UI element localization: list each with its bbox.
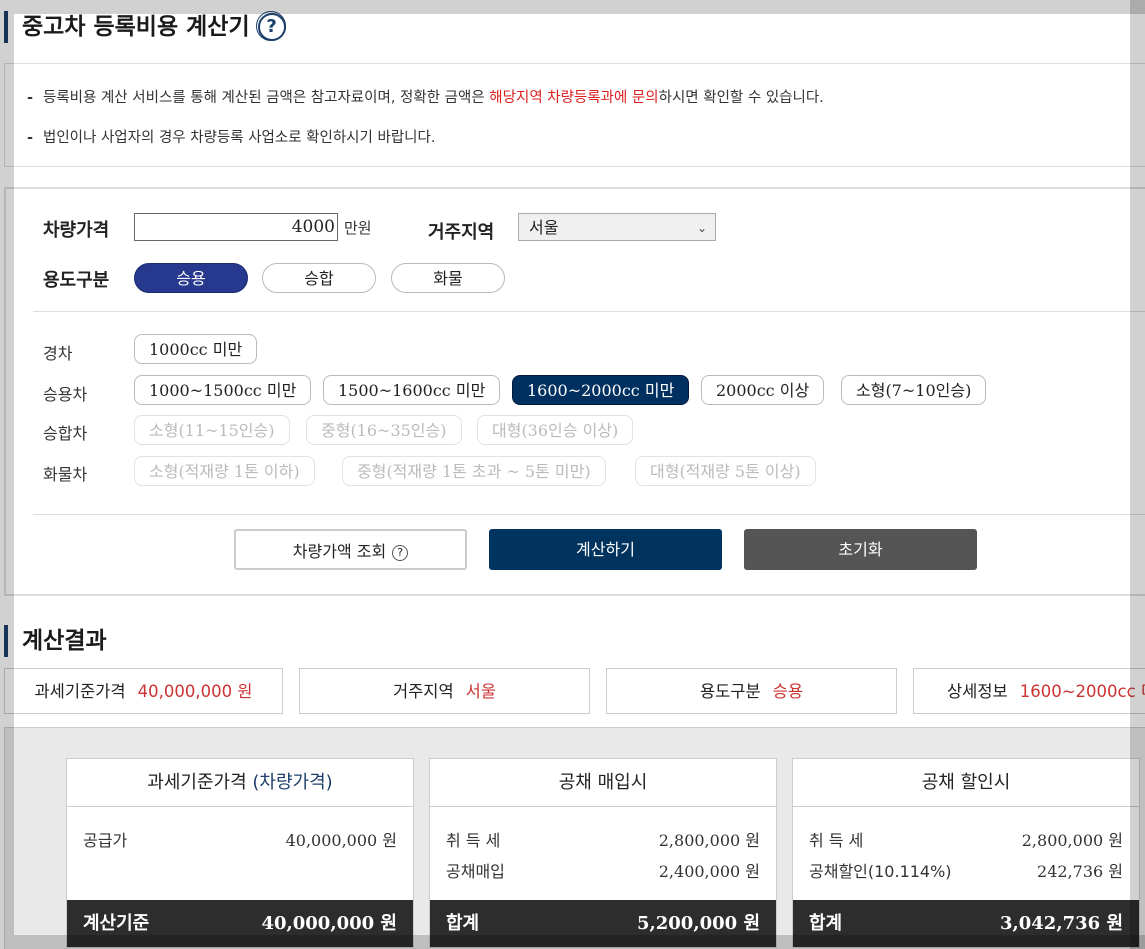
notice-highlight: 해당지역 차량등록과에 문의 [489,90,659,106]
card-title: 공채 할인시 [793,759,1139,807]
option-truck-medium[interactable]: 중형(적재량 1톤 초과 ~ 5톤 미만) [342,456,606,486]
usage-label: 용도구분 [43,270,110,291]
row-label-van: 승합차 [43,424,88,443]
option-van-medium[interactable]: 중형(16~35인승) [306,415,462,445]
summary-key: 거주지역 [392,682,454,701]
row-label-truck: 화물차 [43,465,88,484]
card-tax-base: 과세기준가격 (차량가격) 공급가 40,000,000 원 계산기준 40,0… [66,758,414,948]
option-passenger-1600-2000[interactable]: 1600~2000cc 미만 [512,375,690,405]
chevron-down-icon: ⌄ [696,221,707,235]
option-passenger-2000-plus[interactable]: 2000cc 이상 [701,375,825,405]
card-bond-discount: 공채 할인시 취 득 세 2,800,000 원 공채할인(10.114%) 2… [792,758,1140,948]
notice-line-2: - 법인이나 사업자의 경우 차량등록 사업소로 확인하시기 바랍니다. [27,126,435,147]
row-amount: 2,400,000 원 [658,862,760,881]
summary-tax-base: 과세기준가격 40,000,000 원 [4,668,283,714]
price-unit: 만원 [344,219,372,237]
summary-region: 거주지역 서울 [299,668,590,714]
summary-key: 상세정보 [947,682,1008,701]
card-bond-purchase: 공채 매입시 취 득 세 2,800,000 원 공채매입 2,400,000 … [429,758,777,948]
frame-shade [0,14,14,935]
notice-text: 법인이나 사업자의 경우 차량등록 사업소로 확인하시기 바랍니다. [43,130,436,146]
card-title-text: 공채 할인시 [921,772,1011,793]
option-van-small[interactable]: 소형(11~15인승) [134,415,290,445]
frame-shade [1130,0,1145,949]
price-label: 차량가격 [43,220,110,241]
frame-shade [0,0,1145,14]
card-title-text: 과세기준가격 [147,772,253,793]
bullet-dash: - [27,130,34,146]
usage-option-van[interactable]: 승합 [262,263,376,293]
usage-option-passenger[interactable]: 승용 [134,263,248,293]
frame-shade [0,935,1145,949]
option-truck-small[interactable]: 소형(적재량 1톤 이하) [134,456,315,486]
card-row: 공급가 40,000,000 원 [83,827,397,851]
option-passenger-1500-1600[interactable]: 1500~1600cc 미만 [323,375,501,405]
summary-usage: 용도구분 승용 [606,668,897,714]
summary-value: 1600~2000cc 미 [1019,682,1145,701]
option-van-large[interactable]: 대형(36인승 이상) [477,415,634,445]
card-title-text: 공채 매입시 [558,772,648,793]
row-label: 취 득 세 [809,831,864,850]
notice-line-1: - 등록비용 계산 서비스를 통해 계산된 금액은 참고자료이며, 정확한 금액은… [27,86,824,107]
row-label-light: 경차 [43,344,73,363]
usage-option-truck[interactable]: 화물 [391,263,505,293]
row-label: 공채할인(10.114%) [809,862,952,881]
summary-key: 과세기준가격 [34,682,126,701]
bullet-dash: - [27,90,34,106]
card-row: 취 득 세 2,800,000 원 [809,827,1123,851]
divider [33,514,1145,515]
row-amount: 2,800,000 원 [1021,831,1123,850]
calculate-button[interactable]: 계산하기 [489,529,722,570]
price-input[interactable]: 4000 [134,213,338,241]
page-title: 중고차 등록비용 계산기? [4,11,286,43]
card-title: 과세기준가격 (차량가격) [67,759,413,807]
region-select[interactable]: 서울 ⌄ [518,213,716,241]
option-truck-large[interactable]: 대형(적재량 5톤 이상) [635,456,816,486]
page-title-text: 중고차 등록비용 계산기 [22,14,250,40]
option-passenger-small-7-10[interactable]: 소형(7~10인승) [841,375,987,405]
card-row: 취 득 세 2,800,000 원 [446,827,760,851]
summary-value: 40,000,000 원 [137,682,253,701]
card-title-highlight: (차량가격) [252,772,333,793]
reset-button[interactable]: 초기화 [744,529,977,570]
card-row: 공채매입 2,400,000 원 [446,858,760,882]
region-selected-value: 서울 [529,218,559,237]
option-passenger-1000-1500[interactable]: 1000~1500cc 미만 [134,375,312,405]
notice-box: - 등록비용 계산 서비스를 통해 계산된 금액은 참고자료이며, 정확한 금액은… [4,63,1145,167]
vehicle-value-lookup-button[interactable]: 차량가액 조회? [234,529,467,570]
row-label: 공채매입 [446,862,505,881]
row-label: 공급가 [83,831,128,850]
notice-text: 하시면 확인할 수 있습니다. [658,90,824,106]
region-label: 거주지역 [428,222,495,243]
calculator-form: 차량가격 4000 만원 거주지역 서울 ⌄ 용도구분 승용 승합 화물 경차 … [4,187,1145,596]
divider [33,311,1145,312]
lookup-label: 차량가액 조회 [292,542,387,561]
help-icon: ? [392,545,409,561]
row-amount: 242,736 원 [1037,862,1123,881]
result-title: 계산결과 [4,625,107,657]
row-amount: 40,000,000 원 [285,831,397,850]
notice-text: 등록비용 계산 서비스를 통해 계산된 금액은 참고자료이며, 정확한 금액은 [43,90,490,106]
summary-value: 서울 [465,682,497,701]
summary-detail: 상세정보 1600~2000cc 미 [913,668,1145,714]
calculator-page: 중고차 등록비용 계산기? - 등록비용 계산 서비스를 통해 계산된 금액은 참… [0,0,1145,949]
summary-key: 용도구분 [699,682,761,701]
summary-value: 승용 [772,682,804,701]
card-title: 공채 매입시 [430,759,776,807]
help-icon[interactable]: ? [255,11,286,41]
row-label: 취 득 세 [446,831,501,850]
row-label-passenger: 승용차 [43,385,88,404]
card-row: 공채할인(10.114%) 242,736 원 [809,858,1123,882]
row-amount: 2,800,000 원 [658,831,760,850]
option-light-1000[interactable]: 1000cc 미만 [134,334,258,364]
